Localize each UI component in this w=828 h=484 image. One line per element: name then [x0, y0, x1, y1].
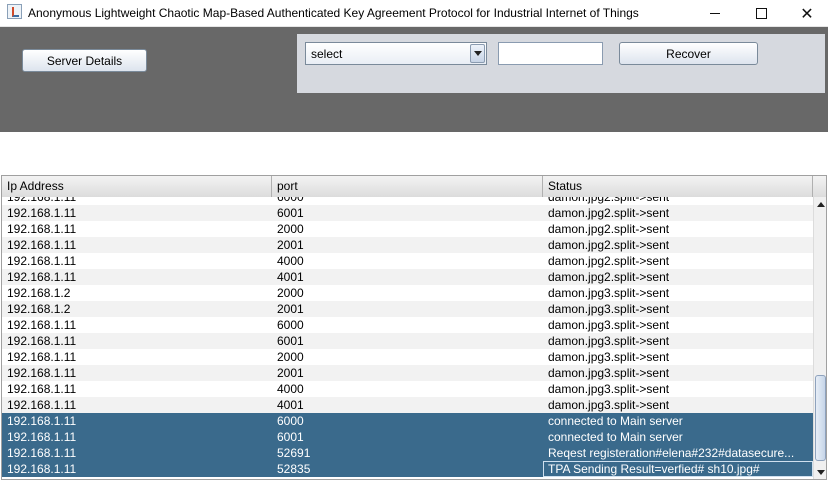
column-header-port[interactable]: port	[272, 176, 543, 197]
cell-status: Reqest registeration#elena#232#datasecur…	[548, 446, 795, 460]
cell-status: damon.jpg3.split->sent	[548, 366, 670, 380]
cell-status: connected to Main server	[548, 414, 683, 428]
cell-status: damon.jpg3.split->sent	[548, 286, 670, 300]
table-row[interactable]: 192.168.1.11 52691 Reqest registeration#el…	[2, 445, 813, 461]
cell-port: 2001	[277, 302, 304, 316]
cell-port: 6000	[277, 414, 304, 428]
table-row[interactable]: 192.168.1.11 6000 damon.jpg3.split->sent	[2, 317, 813, 333]
recover-button[interactable]: Recover	[619, 42, 758, 65]
cell-ip-address: 192.168.1.11	[7, 398, 77, 412]
table-row[interactable]: 192.168.1.11 6001 damon.jpg3.split->sent	[2, 333, 813, 349]
scroll-thumb[interactable]	[815, 375, 826, 461]
file-select-dropdown[interactable]: select	[305, 42, 487, 65]
table-row[interactable]: 192.168.1.11 4000 damon.jpg2.split->sent	[2, 253, 813, 269]
cell-status: damon.jpg2.split->sent	[548, 254, 670, 268]
table-row[interactable]: 192.168.1.11 6000 damon.jpg2.split->sent	[2, 197, 813, 205]
cell-port: 2001	[277, 366, 304, 380]
table-body: 192.168.1.11 6000 damon.jpg2.split->sent 19…	[2, 197, 813, 479]
cell-port: 6001	[277, 334, 304, 348]
table-row[interactable]: 192.168.1.11 6000 connected to Main server	[2, 413, 813, 429]
cell-ip-address: 192.168.1.11	[7, 382, 77, 396]
cell-status: TPA Sending Result=verfied# sh10.jpg#	[543, 461, 813, 477]
cell-port: 4000	[277, 382, 304, 396]
cell-ip-address: 192.168.1.11	[7, 350, 77, 364]
table-row[interactable]: 192.168.1.11 6001 connected to Main server	[2, 429, 813, 445]
minimize-icon[interactable]	[692, 0, 738, 26]
cell-port: 6000	[277, 318, 304, 332]
cell-port: 52691	[277, 446, 311, 460]
cell-port: 2000	[277, 286, 304, 300]
cell-ip-address: 192.168.1.11	[7, 238, 77, 252]
status-table: Ip Address port Status 192.168.1.11 6000 d…	[1, 175, 827, 480]
cell-status: damon.jpg3.split->sent	[548, 318, 670, 332]
server-details-button[interactable]: Server Details	[22, 49, 147, 72]
table-rows: 192.168.1.11 6000 damon.jpg2.split->sent 19…	[2, 197, 813, 477]
cell-ip-address: 192.168.1.11	[7, 318, 77, 332]
scroll-up-icon[interactable]	[814, 197, 826, 211]
cell-status: damon.jpg2.split->sent	[548, 270, 670, 284]
cell-status: damon.jpg3.split->sent	[548, 398, 670, 412]
table-row[interactable]: 192.168.1.11 2000 damon.jpg2.split->sent	[2, 221, 813, 237]
chevron-down-icon[interactable]	[470, 44, 485, 63]
cell-ip-address: 192.168.1.11	[7, 414, 77, 428]
cell-ip-address: 192.168.1.11	[7, 197, 77, 204]
cell-ip-address: 192.168.1.11	[7, 222, 77, 236]
table-row[interactable]: 192.168.1.11 2001 damon.jpg3.split->sent	[2, 365, 813, 381]
cell-port: 2000	[277, 222, 304, 236]
top-panel: Server Details select Recover	[0, 27, 828, 132]
cell-ip-address: 192.168.1.11	[7, 366, 77, 380]
java-app-icon	[7, 4, 22, 19]
cell-status: damon.jpg2.split->sent	[548, 238, 670, 252]
table-row[interactable]: 192.168.1.2 2000 damon.jpg3.split->sent	[2, 285, 813, 301]
select-value: select	[311, 47, 343, 61]
cell-port: 6000	[277, 197, 304, 204]
scroll-down-icon[interactable]	[814, 465, 826, 479]
cell-ip-address: 192.168.1.11	[7, 206, 77, 220]
column-header-status[interactable]: Status	[543, 176, 813, 197]
cell-port: 6001	[277, 206, 304, 220]
table-header: Ip Address port Status	[2, 176, 813, 198]
cell-status: damon.jpg3.split->sent	[548, 334, 670, 348]
cell-status: damon.jpg3.split->sent	[548, 382, 670, 396]
cell-status: damon.jpg2.split->sent	[548, 206, 670, 220]
cell-ip-address: 192.168.1.11	[7, 430, 77, 444]
cell-port: 6001	[277, 430, 304, 444]
title-bar: Anonymous Lightweight Chaotic Map-Based …	[0, 0, 828, 27]
vertical-scrollbar[interactable]	[813, 197, 826, 479]
window-title: Anonymous Lightweight Chaotic Map-Based …	[28, 6, 639, 20]
maximize-icon[interactable]	[738, 0, 784, 26]
table-row[interactable]: 192.168.1.11 4000 damon.jpg3.split->sent	[2, 381, 813, 397]
cell-port: 2000	[277, 350, 304, 364]
table-row[interactable]: 192.168.1.11 52835 TPA Sending Result=verf…	[2, 461, 813, 477]
cell-ip-address: 192.168.1.2	[7, 286, 71, 300]
cell-port: 52835	[277, 462, 311, 476]
cell-ip-address: 192.168.1.11	[7, 334, 77, 348]
cell-ip-address: 192.168.1.11	[7, 462, 77, 476]
cell-ip-address: 192.168.1.2	[7, 302, 71, 316]
table-row[interactable]: 192.168.1.11 2000 damon.jpg3.split->sent	[2, 349, 813, 365]
cell-status: damon.jpg3.split->sent	[548, 350, 670, 364]
cell-ip-address: 192.168.1.11	[7, 270, 77, 284]
cell-port: 4000	[277, 254, 304, 268]
table-row[interactable]: 192.168.1.11 6001 damon.jpg2.split->sent	[2, 205, 813, 221]
cell-status: damon.jpg2.split->sent	[548, 197, 670, 204]
control-box: select Recover	[297, 34, 825, 93]
cell-ip-address: 192.168.1.11	[7, 254, 77, 268]
cell-port: 4001	[277, 270, 304, 284]
table-row[interactable]: 192.168.1.11 2001 damon.jpg2.split->sent	[2, 237, 813, 253]
cell-ip-address: 192.168.1.11	[7, 446, 77, 460]
cell-status: damon.jpg3.split->sent	[548, 302, 670, 316]
recover-input[interactable]	[498, 42, 603, 65]
table-row[interactable]: 192.168.1.2 2001 damon.jpg3.split->sent	[2, 301, 813, 317]
table-row[interactable]: 192.168.1.11 4001 damon.jpg3.split->sent	[2, 397, 813, 413]
table-row[interactable]: 192.168.1.11 4001 damon.jpg2.split->sent	[2, 269, 813, 285]
close-icon[interactable]: ✕	[784, 0, 828, 26]
cell-status: connected to Main server	[548, 430, 683, 444]
cell-port: 2001	[277, 238, 304, 252]
column-header-ip-address[interactable]: Ip Address	[2, 176, 272, 197]
cell-status: damon.jpg2.split->sent	[548, 222, 670, 236]
cell-port: 4001	[277, 398, 304, 412]
table-header-corner	[813, 176, 826, 198]
